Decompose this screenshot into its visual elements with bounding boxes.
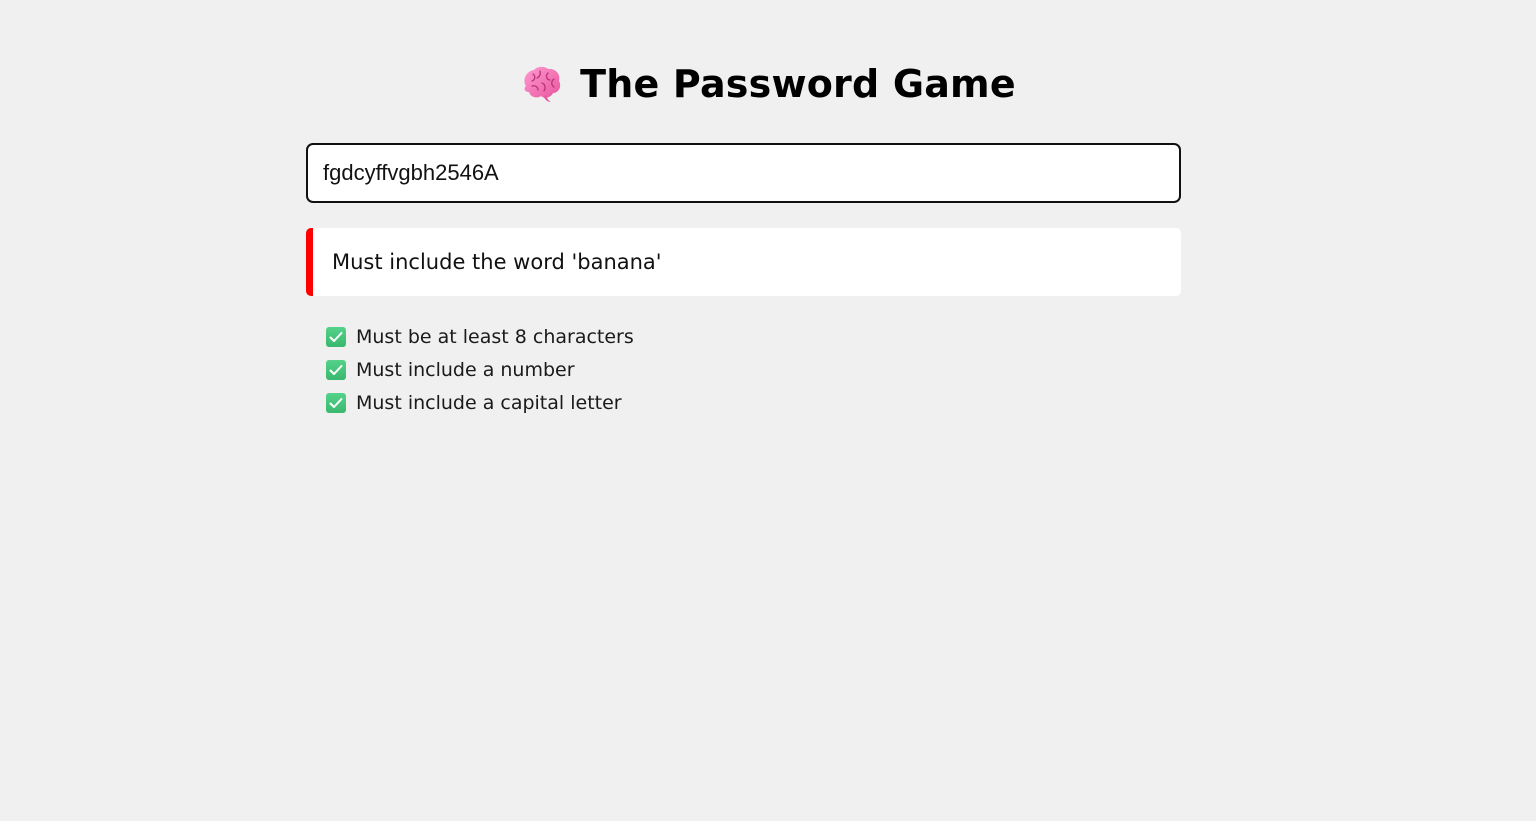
check-icon <box>326 392 346 413</box>
rule-failed-banana: Must include the word 'banana' <box>306 228 1181 296</box>
check-icon <box>326 326 346 347</box>
page-title: The Password Game <box>580 62 1016 106</box>
passed-rules-list: Must be at least 8 characters Must inclu… <box>326 320 634 419</box>
passed-rule-min-length: Must be at least 8 characters <box>326 320 634 353</box>
passed-rule-text: Must be at least 8 characters <box>356 325 634 348</box>
passed-rule-text: Must include a number <box>356 358 575 381</box>
password-field[interactable] <box>306 143 1181 203</box>
check-icon <box>326 359 346 380</box>
rule-failed-text: Must include the word 'banana' <box>332 250 662 274</box>
passed-rule-number: Must include a number <box>326 353 634 386</box>
brain-icon <box>520 64 564 104</box>
passed-rule-capital: Must include a capital letter <box>326 386 634 419</box>
password-input[interactable] <box>308 145 1179 201</box>
page-header: The Password Game <box>0 56 1536 112</box>
passed-rule-text: Must include a capital letter <box>356 391 622 414</box>
